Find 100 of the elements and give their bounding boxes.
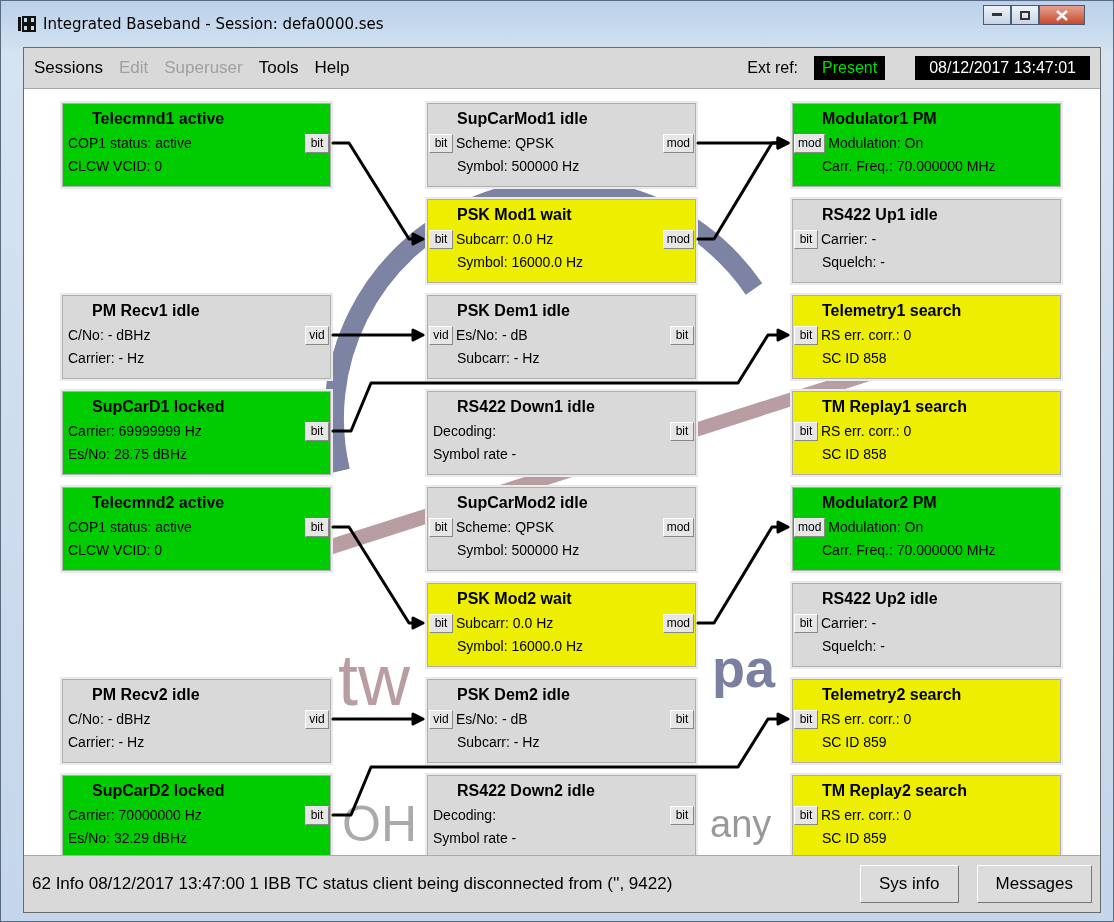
status-button[interactable]: Messages (976, 865, 1092, 904)
block-title: SupCarMod1 idle (456, 108, 589, 129)
port-button[interactable]: bit (794, 709, 818, 729)
datetime-display: 08/12/2017 13:47:01 (915, 55, 1090, 80)
port-button[interactable]: bit (429, 229, 453, 249)
module-block[interactable]: SupCarD2 locked Carrier: 70000000 Hz bit Es/No: 32.29 dBHz (60, 772, 333, 856)
module-block[interactable]: PSK Dem2 idle vid Es/No: - dB bit Subcarr: - Hz (425, 676, 698, 765)
module-block[interactable]: RS422 Up1 idle bit Carrier: - Squelch: - (790, 196, 1063, 285)
block-line: Carrier: 69999999 Hz (67, 423, 202, 440)
block-title: RS422 Up1 idle (821, 204, 939, 225)
module-block[interactable]: Telecmnd1 active COP1 status: active bit CLCW VCID: 0 (60, 100, 333, 189)
port-button[interactable]: bit (305, 421, 329, 441)
port-button[interactable]: bit (305, 133, 329, 153)
block-line: Carrier: - Hz (67, 734, 145, 751)
port-button[interactable]: bit (670, 709, 694, 729)
port-button[interactable]: bit (670, 421, 694, 441)
menu-item[interactable]: Help (314, 57, 350, 78)
block-line: Decoding: (432, 807, 497, 824)
block-line: Symbol: 16000.0 Hz (456, 254, 584, 271)
block-line: SC ID 859 (821, 734, 887, 751)
block-line: COP1 status: active (67, 135, 192, 152)
block-line: COP1 status: active (67, 519, 192, 536)
logo-text: any (710, 802, 772, 845)
block-title: Telecmnd2 active (91, 492, 226, 513)
port-button[interactable]: vid (429, 325, 453, 345)
port-button[interactable]: bit (794, 805, 818, 825)
module-block[interactable]: RS422 Up2 idle bit Carrier: - Squelch: - (790, 580, 1063, 669)
port-button[interactable]: bit (794, 229, 818, 249)
module-block[interactable]: SupCarD1 locked Carrier: 69999999 Hz bit Es/No: 28.75 dBHz (60, 388, 333, 477)
block-line: Scheme: QPSK (456, 135, 555, 152)
block-line: Squelch: - (821, 254, 886, 271)
block-line: Carr. Freq.: 70.000000 MHz (821, 542, 996, 559)
block-title: RS422 Down1 idle (456, 396, 596, 417)
port-button[interactable]: vid (305, 709, 329, 729)
block-title: PSK Mod2 wait (456, 588, 573, 609)
ext-ref-label: Ext ref: (747, 58, 799, 77)
port-button[interactable]: mod (662, 133, 694, 153)
port-button[interactable]: mod (794, 517, 826, 537)
block-line: Es/No: - dB (456, 327, 528, 344)
block-line: RS err. corr.: 0 (821, 423, 912, 440)
block-line: Carrier: - (821, 615, 877, 632)
module-block[interactable]: SupCarMod2 idle bit Scheme: QPSK mod Symbol: 500000 Hz (425, 484, 698, 573)
port-button[interactable]: vid (305, 325, 329, 345)
block-line: C/No: - dBHz (67, 327, 151, 344)
block-line: RS err. corr.: 0 (821, 327, 912, 344)
port-button[interactable]: bit (429, 613, 453, 633)
module-block[interactable]: PSK Dem1 idle vid Es/No: - dB bit Subcarr: - Hz (425, 292, 698, 381)
port-button[interactable]: bit (670, 805, 694, 825)
port-button[interactable]: bit (670, 325, 694, 345)
block-line: CLCW VCID: 0 (67, 158, 163, 175)
block-title: PM Recv2 idle (91, 684, 201, 705)
module-block[interactable]: Modulator1 PM mod Modulation: On Carr. Freq.: 70.000000 MHz (790, 100, 1063, 189)
port-button[interactable]: mod (662, 229, 694, 249)
block-line: RS err. corr.: 0 (821, 711, 912, 728)
module-block[interactable]: PSK Mod1 wait bit Subcarr: 0.0 Hz mod Symbol: 16000.0 Hz (425, 196, 698, 285)
module-block[interactable]: SupCarMod1 idle bit Scheme: QPSK mod Symbol: 500000 Hz (425, 100, 698, 189)
menu-item[interactable]: Sessions (34, 57, 103, 78)
block-title: RS422 Up2 idle (821, 588, 939, 609)
block-title: TM Replay2 search (821, 780, 968, 801)
module-block[interactable]: RS422 Down1 idle Decoding: bit Symbol rate - (425, 388, 698, 477)
module-block[interactable]: PM Recv2 idle C/No: - dBHz vid Carrier: - Hz (60, 676, 333, 765)
port-button[interactable]: bit (305, 805, 329, 825)
port-button[interactable]: bit (429, 133, 453, 153)
menu-item[interactable]: Tools (258, 57, 299, 78)
module-block[interactable]: TM Replay1 search bit RS err. corr.: 0 SC ID 858 (790, 388, 1063, 477)
block-title: SupCarD2 locked (91, 780, 226, 801)
window-title: Integrated Baseband - Session: defa0000.ses (43, 15, 384, 33)
port-button[interactable]: bit (305, 517, 329, 537)
module-block[interactable]: RS422 Down2 idle Decoding: bit Symbol rate - (425, 772, 698, 856)
block-title: TM Replay1 search (821, 396, 968, 417)
status-button[interactable]: Sys info (860, 865, 959, 904)
port-button[interactable]: vid (429, 709, 453, 729)
block-line: Es/No: 32.29 dBHz (67, 830, 188, 847)
block-line: Symbol: 500000 Hz (456, 158, 580, 175)
port-button[interactable]: mod (794, 133, 826, 153)
module-block[interactable]: TM Replay2 search bit RS err. corr.: 0 SC ID 859 (790, 772, 1063, 856)
ext-ref-status: Present (814, 55, 886, 80)
module-block[interactable]: Telecmnd2 active COP1 status: active bit CLCW VCID: 0 (60, 484, 333, 573)
port-button[interactable]: mod (662, 517, 694, 537)
port-button[interactable]: bit (794, 613, 818, 633)
module-block[interactable]: Telemetry2 search bit RS err. corr.: 0 SC ID 859 (790, 676, 1063, 765)
port-button[interactable]: mod (662, 613, 694, 633)
block-line: CLCW VCID: 0 (67, 542, 163, 559)
port-button[interactable]: bit (429, 517, 453, 537)
module-block[interactable]: Modulator2 PM mod Modulation: On Carr. Freq.: 70.000000 MHz (790, 484, 1063, 573)
block-line: Symbol: 500000 Hz (456, 542, 580, 559)
module-block[interactable]: PSK Mod2 wait bit Subcarr: 0.0 Hz mod Symbol: 16000.0 Hz (425, 580, 698, 669)
logo-text: pa (712, 637, 776, 698)
block-line: RS err. corr.: 0 (821, 807, 912, 824)
block-title: SupCarD1 locked (91, 396, 226, 417)
block-line: Symbol rate - (432, 446, 517, 463)
block-line: Subcarr: 0.0 Hz (456, 615, 554, 632)
port-button[interactable]: bit (794, 421, 818, 441)
block-line: Subcarr: - Hz (456, 350, 540, 367)
module-block[interactable]: Telemetry1 search bit RS err. corr.: 0 SC ID 858 (790, 292, 1063, 381)
block-title: PSK Dem2 idle (456, 684, 571, 705)
port-button[interactable]: bit (794, 325, 818, 345)
module-block[interactable]: PM Recv1 idle C/No: - dBHz vid Carrier: - Hz (60, 292, 333, 381)
status-message: 62 Info 08/12/2017 13:47:00 1 IBB TC status client being disconnected from ('', 9422) (32, 874, 673, 895)
block-title: Telecmnd1 active (91, 108, 226, 129)
